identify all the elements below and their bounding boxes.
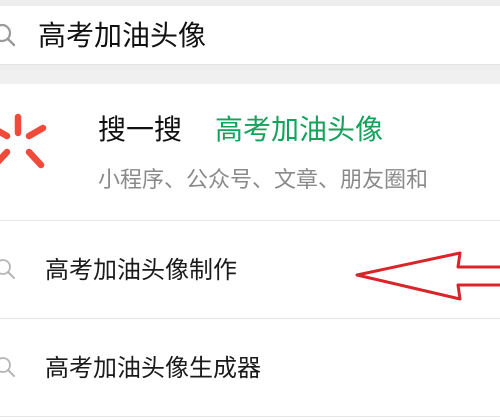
search-bar: 高考加油头像 [0, 0, 500, 70]
souyisou-query: 高考加油头像 [215, 113, 384, 146]
souyisou-subtitle: 小程序、公众号、文章、朋友圈和 [98, 168, 429, 193]
search-icon [0, 259, 15, 279]
search-input[interactable]: 高考加油头像 [0, 6, 500, 65]
search-icon [0, 23, 16, 47]
souyisou-result[interactable]: 搜一搜 高考加油头像 小程序、公众号、文章、朋友圈和 [0, 84, 500, 221]
suggestion-text: 高考加油头像生成器 [45, 354, 261, 382]
wechat-search-screen: 高考加油头像 搜一搜 高考加油头像 小程序、公众号、文章、朋友圈和 高考加油头像… [0, 0, 500, 420]
suggestion-text: 高考加油头像制作 [45, 256, 237, 284]
souyisou-title: 搜一搜 [98, 113, 183, 146]
search-query-text: 高考加油头像 [38, 19, 207, 52]
section-divider [0, 70, 500, 84]
arrow-left-icon [355, 251, 500, 301]
suggestion-item[interactable]: 高考加油头像生成器 [0, 320, 500, 417]
search-icon [0, 357, 15, 377]
souyisou-logo-icon [0, 113, 47, 169]
